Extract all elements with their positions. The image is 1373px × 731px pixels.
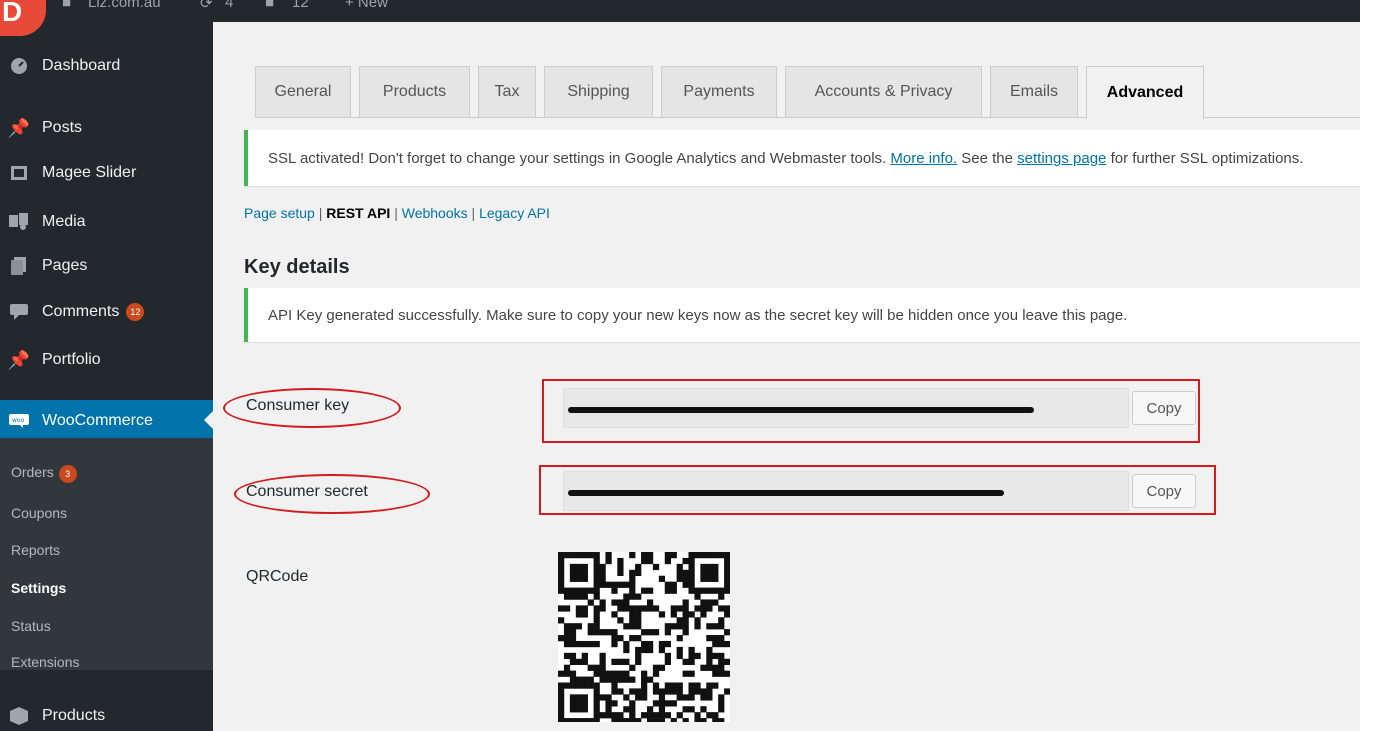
submenu-status[interactable]: Status	[11, 618, 51, 634]
comments-count[interactable]: 12	[292, 0, 309, 11]
menu-label-portfolio: Portfolio	[42, 351, 101, 368]
menu-label-posts: Posts	[42, 119, 83, 136]
section-separator: |	[318, 205, 323, 221]
tab-advanced[interactable]: Advanced	[1086, 66, 1204, 119]
rest-api-current[interactable]: REST API	[326, 205, 390, 221]
consumer-key-field[interactable]	[563, 388, 1129, 428]
submenu-orders-label: Orders	[11, 464, 54, 480]
consumer-secret-redaction	[568, 490, 1004, 496]
menu-label-products: Products	[42, 707, 106, 724]
submenu-settings[interactable]: Settings	[11, 580, 66, 596]
submenu-extensions[interactable]: Extensions	[11, 654, 79, 670]
media-icon	[8, 211, 30, 233]
menu-label-woocommerce: WooCommerce	[42, 412, 153, 429]
ssl-notice-mid: See the	[961, 149, 1013, 167]
api-notice-text: API Key generated successfully. Make sur…	[268, 306, 1128, 324]
menu-label-magee-slider: Magee Slider	[42, 164, 137, 181]
legacy-api-link[interactable]: Legacy API	[479, 205, 550, 221]
menu-label-comments: Comments	[42, 303, 120, 320]
consumer-key-label: Consumer key	[246, 397, 350, 414]
submenu-orders[interactable]: Orders 3	[11, 464, 77, 483]
slider-icon	[8, 162, 30, 184]
qr-code-image	[558, 552, 731, 725]
products-box-icon	[8, 705, 30, 727]
ssl-notice: SSL activated! Don't forget to change yo…	[244, 130, 1360, 186]
qr-code-svg	[558, 552, 731, 725]
svg-text:woo: woo	[12, 417, 25, 424]
submenu-coupons[interactable]: Coupons	[11, 505, 67, 521]
settings-tabs: General Products Tax Shipping Payments A…	[255, 66, 1360, 119]
copy-consumer-key-button[interactable]: Copy	[1132, 391, 1196, 425]
menu-item-media[interactable]: Media	[0, 202, 213, 242]
section-links: Page setup | REST API | Webhooks | Legac…	[244, 205, 550, 221]
settings-page-link[interactable]: settings page	[1017, 150, 1106, 167]
tab-products[interactable]: Products	[359, 66, 470, 117]
submenu-reports[interactable]: Reports	[11, 542, 60, 558]
consumer-key-redaction	[568, 407, 1034, 413]
site-name-link[interactable]: Liz.com.au	[88, 0, 161, 11]
admin-bar: ■ Liz.com.au ⟳ 4 ■ 12 + New	[0, 0, 1360, 22]
updates-count[interactable]: 4	[225, 0, 233, 11]
qrcode-label: QRCode	[246, 568, 309, 585]
api-key-success-notice: API Key generated successfully. Make sur…	[244, 288, 1360, 342]
tab-tax[interactable]: Tax	[478, 66, 536, 117]
copy-consumer-secret-button[interactable]: Copy	[1132, 474, 1196, 508]
section-separator: |	[471, 205, 476, 221]
menu-label-pages: Pages	[42, 257, 88, 274]
menu-item-dashboard[interactable]: Dashboard	[0, 46, 213, 86]
new-content-link[interactable]: + New	[345, 0, 388, 11]
comment-bubble-icon	[8, 301, 30, 323]
pushpin-icon: 📌	[7, 117, 31, 138]
logo-badge-letter: D	[2, 0, 23, 27]
menu-item-woocommerce[interactable]: woo WooCommerce	[0, 400, 213, 442]
tab-general[interactable]: General	[255, 66, 351, 117]
pushpin-icon: 📌	[7, 349, 31, 370]
ssl-notice-tail: for further SSL optimizations.	[1110, 149, 1304, 167]
tab-payments[interactable]: Payments	[661, 66, 777, 117]
menu-item-products[interactable]: Products	[0, 696, 213, 731]
menu-label-dashboard: Dashboard	[42, 57, 121, 74]
consumer-secret-field[interactable]	[563, 471, 1129, 511]
section-separator: |	[394, 205, 398, 221]
menu-item-comments[interactable]: Comments 12	[0, 292, 213, 332]
comments-icon[interactable]: ■	[265, 0, 274, 11]
pages-icon	[8, 255, 30, 277]
woocommerce-icon: woo	[8, 410, 30, 432]
woocommerce-submenu: Orders 3 Coupons Reports Settings Status …	[0, 438, 213, 670]
webhooks-link[interactable]: Webhooks	[402, 205, 468, 221]
settings-content: General Products Tax Shipping Payments A…	[213, 22, 1360, 731]
menu-item-magee-slider[interactable]: Magee Slider	[0, 153, 213, 193]
page-setup-link[interactable]: Page setup	[244, 205, 315, 221]
key-details-heading: Key details	[244, 256, 350, 278]
ssl-notice-text: SSL activated! Don't forget to change yo…	[268, 149, 887, 167]
tab-shipping[interactable]: Shipping	[544, 66, 653, 117]
orders-count-badge: 3	[58, 465, 77, 483]
menu-item-posts[interactable]: 📌 Posts	[0, 108, 213, 148]
right-edge-strip	[1360, 0, 1373, 731]
comments-count-badge: 12	[126, 303, 145, 321]
dashboard-icon	[8, 55, 30, 77]
more-info-link[interactable]: More info.	[890, 150, 957, 167]
menu-item-pages[interactable]: Pages	[0, 246, 213, 286]
menu-item-portfolio[interactable]: 📌 Portfolio	[0, 340, 213, 380]
wp-logo-icon[interactable]: ■	[62, 0, 71, 11]
menu-label-media: Media	[42, 213, 86, 230]
updates-icon[interactable]: ⟳	[200, 0, 213, 12]
tab-emails[interactable]: Emails	[990, 66, 1078, 117]
consumer-secret-label: Consumer secret	[246, 483, 368, 500]
tab-accounts-privacy[interactable]: Accounts & Privacy	[785, 66, 982, 117]
